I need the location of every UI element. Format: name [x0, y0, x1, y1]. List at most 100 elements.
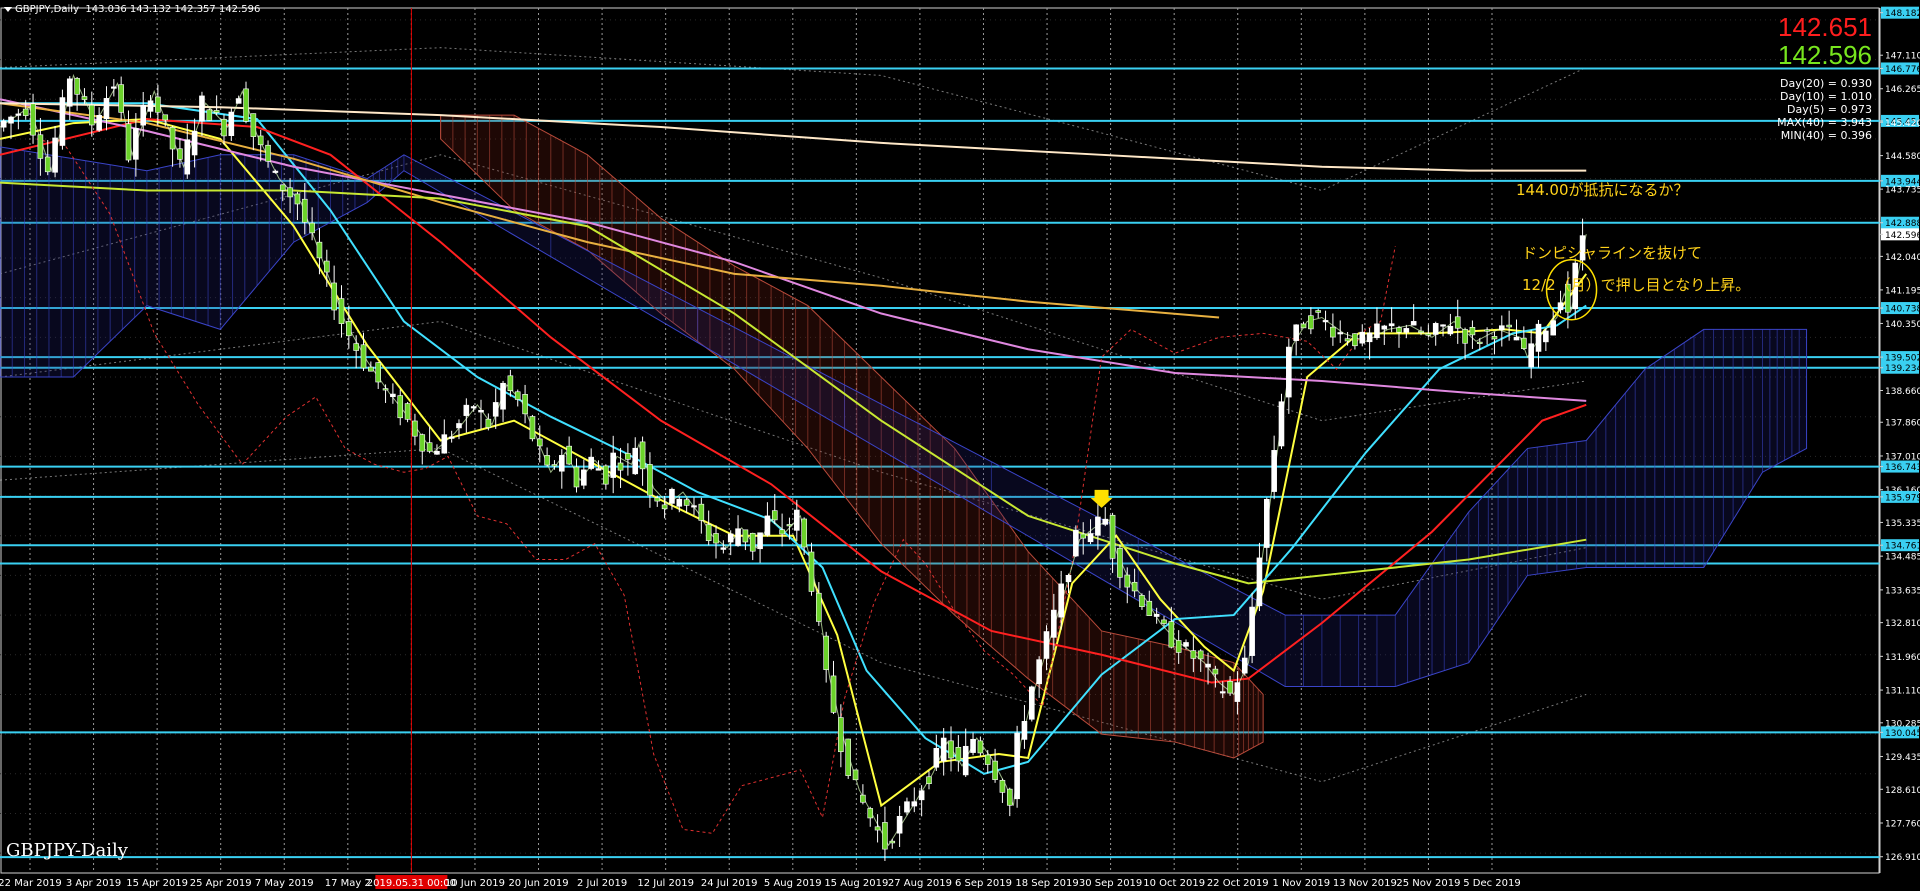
candle-up	[1102, 518, 1109, 525]
x-tick-label: 1 Nov 2019	[1272, 878, 1330, 889]
candle-down	[749, 532, 756, 552]
candle-up	[1447, 325, 1454, 335]
candle-down	[1425, 333, 1432, 336]
candle-down	[801, 518, 807, 548]
stat-day20: Day(20) = 0.930	[1779, 77, 1872, 90]
candle-up	[133, 128, 139, 160]
candle-up	[940, 737, 947, 762]
candle-down	[698, 503, 705, 521]
breakout-note-line1: ドンピシャラインを抜けて	[1522, 244, 1703, 262]
candle-up	[456, 423, 462, 429]
candle-up	[1432, 323, 1439, 335]
resistance-question-note: 144.00が抵抗になるか？	[1516, 181, 1689, 199]
candle-down	[485, 418, 492, 428]
candle-down	[1521, 337, 1527, 349]
candle-down	[654, 497, 661, 502]
candle-up	[595, 468, 602, 471]
candle-down	[1396, 327, 1402, 333]
candle-down	[331, 282, 337, 311]
candle-down	[1109, 514, 1116, 559]
candle-down	[948, 740, 954, 759]
stat-day5: Day(5) = 0.973	[1786, 103, 1872, 116]
candle-up	[1087, 533, 1094, 543]
stat-max40: MAX(40) = 3.943	[1777, 116, 1872, 129]
candle-up	[1051, 609, 1057, 638]
candle-down	[397, 395, 404, 419]
candle-down	[353, 343, 359, 351]
candle-down	[522, 394, 528, 415]
candle-down	[1308, 315, 1314, 330]
candle-up	[228, 111, 235, 136]
x-tick-label: 20 Jun 2019	[508, 878, 568, 889]
candle-up	[15, 113, 22, 116]
candle-down	[309, 222, 315, 234]
candle-up	[191, 130, 198, 156]
price-chart[interactable]: 148.182147.110146.776146.265145.454145.4…	[0, 0, 1920, 891]
dropdown-icon[interactable]	[4, 6, 12, 12]
price-tick-label: 131.110	[1885, 687, 1920, 697]
candle-up	[1410, 321, 1417, 326]
candle-down	[779, 529, 785, 535]
x-tick-label: 6 Sep 2019	[955, 878, 1012, 889]
candle-up	[111, 86, 117, 89]
candle-down	[338, 298, 345, 324]
candle-up	[1337, 332, 1344, 335]
candle-down	[1212, 668, 1219, 675]
price-tick-label: 137.860	[1885, 419, 1920, 429]
candle-up	[764, 515, 771, 536]
candle-down	[507, 375, 514, 392]
candle-up	[558, 455, 565, 472]
candle-down	[544, 455, 550, 466]
candle-down	[412, 420, 418, 437]
candle-down	[44, 156, 51, 173]
x-tick-label: 30 Sep 2019	[1079, 878, 1142, 889]
candle-up	[581, 469, 587, 486]
candle-down	[1462, 329, 1468, 344]
candle-down	[1300, 323, 1307, 329]
candle-down	[1146, 600, 1153, 616]
candle-down	[889, 840, 896, 844]
candle-down	[926, 776, 932, 784]
x-tick-label: 15 Apr 2019	[126, 878, 188, 889]
candle-up	[918, 790, 925, 801]
candle-up	[1557, 302, 1564, 311]
price-tick-label: 140.350	[1885, 320, 1920, 330]
candle-down	[867, 808, 874, 819]
candle-down	[977, 740, 984, 754]
candle-down	[1484, 329, 1490, 332]
candle-up	[1550, 320, 1557, 336]
price-tick-label: 141.195	[1885, 286, 1920, 296]
x-tick-label: 2 Jul 2019	[577, 878, 627, 889]
candle-up	[199, 95, 205, 122]
x-tick-label: 2019.05.31 00:00	[367, 878, 456, 889]
candle-up	[793, 509, 800, 531]
candle-up	[962, 745, 969, 776]
candle-up	[1249, 606, 1255, 656]
x-tick-label: 5 Dec 2019	[1463, 878, 1521, 889]
candle-up	[1036, 659, 1042, 685]
x-tick-label: 5 Aug 2019	[764, 878, 822, 889]
price-tick-label: 131.960	[1885, 653, 1920, 663]
candle-up	[735, 528, 741, 546]
candle-down	[404, 403, 411, 420]
candle-down	[1352, 333, 1358, 347]
price-tick-label: 147.110	[1885, 52, 1920, 62]
candle-up	[1543, 330, 1549, 343]
candle-up	[1028, 686, 1035, 720]
candle-down	[1168, 621, 1175, 648]
candle-down	[1080, 533, 1087, 539]
candle-up	[448, 436, 455, 439]
candle-up	[1374, 323, 1380, 339]
candle-down	[603, 465, 609, 485]
candle-up	[500, 382, 506, 410]
candle-up	[66, 78, 73, 107]
candle-down	[257, 135, 264, 146]
candle-down	[999, 780, 1006, 793]
price-tick-label: 139.234	[1885, 364, 1920, 374]
candle-up	[470, 406, 477, 409]
price-tick-label: 129.435	[1885, 753, 1920, 763]
candle-up	[588, 456, 594, 469]
candle-down	[125, 123, 132, 161]
candle-up	[1528, 343, 1534, 368]
candle-up	[1403, 328, 1410, 333]
